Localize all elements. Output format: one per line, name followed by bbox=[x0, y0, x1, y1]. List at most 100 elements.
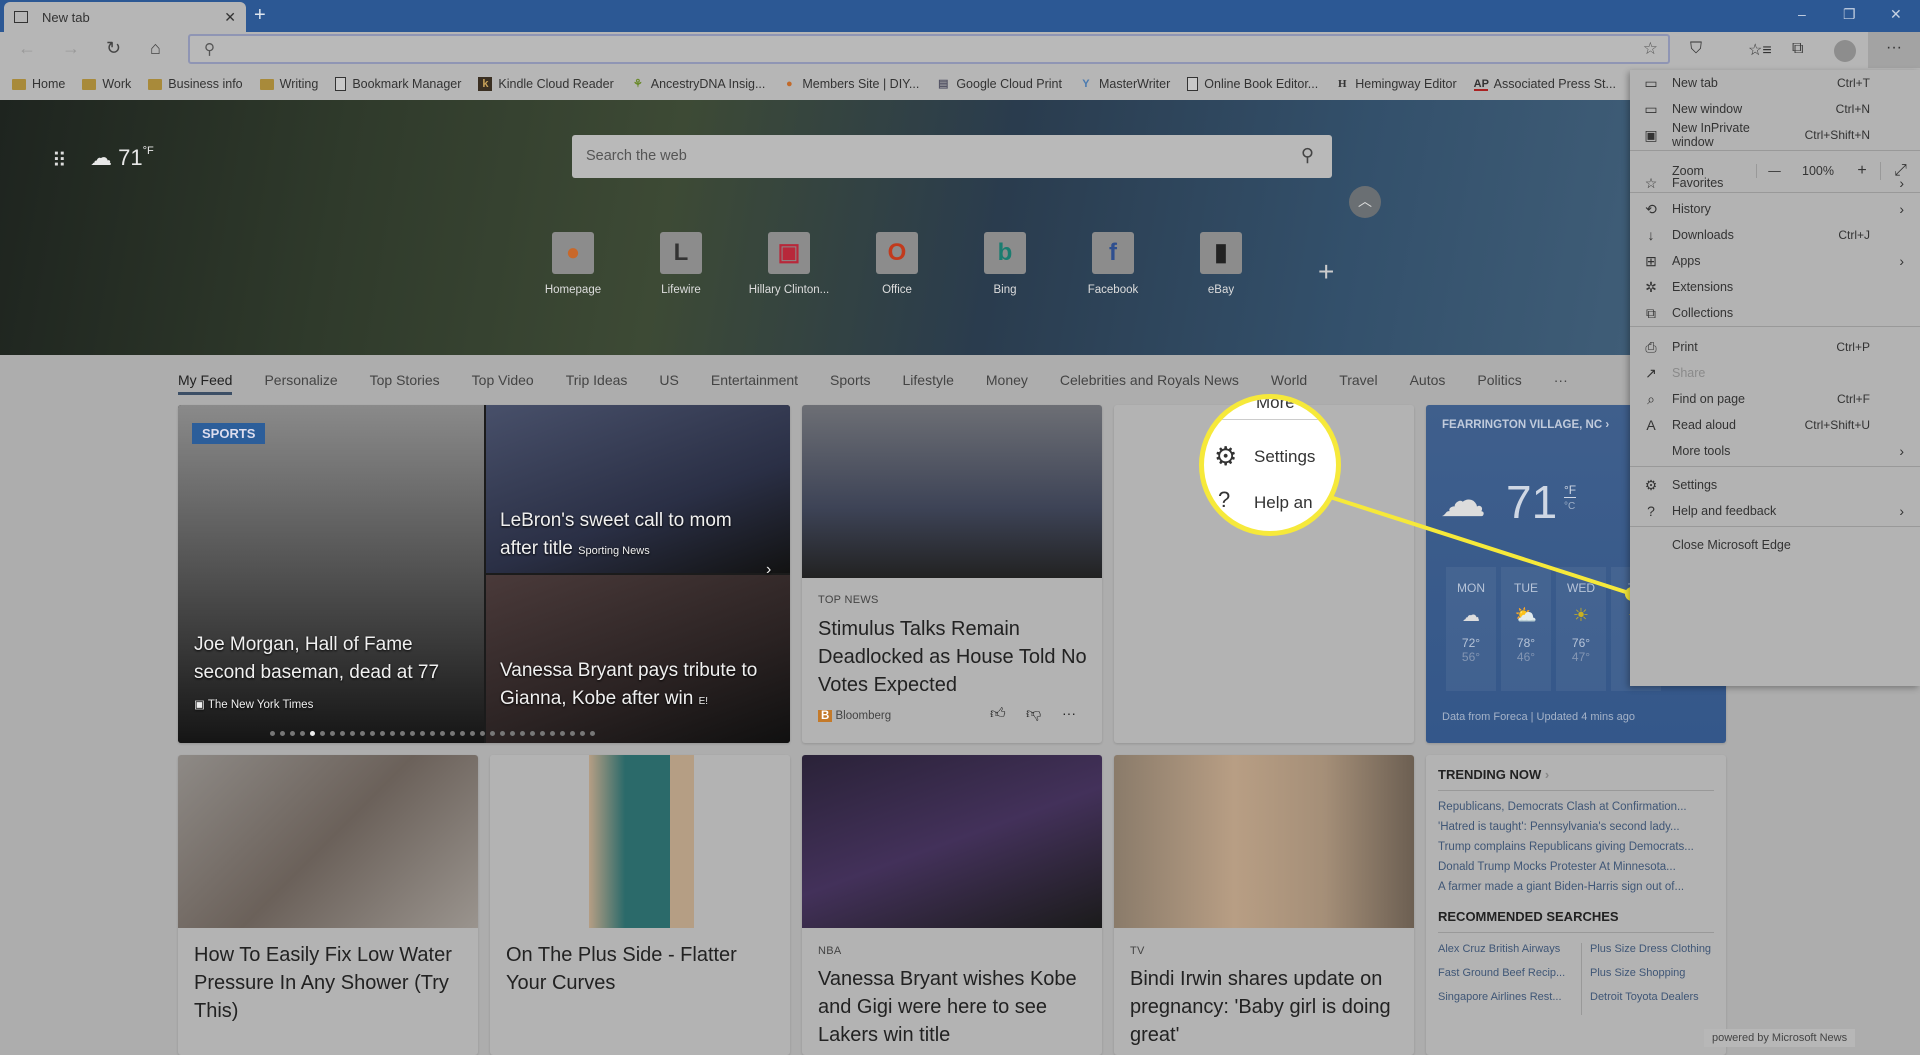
favorites-icon[interactable]: ☆≡ bbox=[1748, 40, 1772, 60]
forecast-day[interactable]: WED ☀ 76° 47° bbox=[1556, 567, 1606, 691]
profile-avatar[interactable] bbox=[1834, 40, 1856, 62]
top-site-tile[interactable]: O Office bbox=[853, 232, 941, 296]
carousel-dot[interactable] bbox=[460, 731, 465, 736]
carousel-dot[interactable] bbox=[550, 731, 555, 736]
fullscreen-icon[interactable]: ⤢ bbox=[1880, 162, 1920, 180]
trending-link[interactable]: Donald Trump Mocks Protester At Minnesot… bbox=[1438, 861, 1714, 873]
trending-link[interactable]: A farmer made a giant Biden-Harris sign … bbox=[1438, 881, 1714, 893]
carousel-dot[interactable] bbox=[470, 731, 475, 736]
recommended-search-link[interactable]: Plus Size Dress Clothing bbox=[1590, 943, 1711, 967]
new-tab-button[interactable]: + bbox=[254, 4, 266, 27]
carousel-dot[interactable] bbox=[580, 731, 585, 736]
unit-f-toggle[interactable]: °F bbox=[1564, 483, 1577, 498]
feed-tab[interactable]: Trip Ideas bbox=[566, 372, 628, 395]
carousel-dot[interactable] bbox=[500, 731, 505, 736]
menu-share[interactable]: ↗ Share bbox=[1630, 360, 1920, 386]
forward-icon[interactable]: → bbox=[62, 38, 80, 59]
carousel-dot[interactable] bbox=[400, 731, 405, 736]
recommended-search-link[interactable]: Plus Size Shopping bbox=[1590, 967, 1711, 991]
unit-c-toggle[interactable]: °C bbox=[1564, 501, 1575, 512]
news-card-shower[interactable]: How To Easily Fix Low Water Pressure In … bbox=[178, 755, 478, 1055]
menu-apps[interactable]: ⊞ Apps › bbox=[1630, 248, 1920, 274]
menu-collections[interactable]: ⧉ Collections bbox=[1630, 300, 1920, 326]
bookmark-members-site[interactable]: ● Members Site | DIY... bbox=[782, 77, 919, 91]
menu-new-inprivate[interactable]: ▣ New InPrivate window Ctrl+Shift+N bbox=[1630, 121, 1920, 149]
news-card-stimulus[interactable]: TOP NEWS Stimulus Talks Remain Deadlocke… bbox=[802, 405, 1102, 743]
menu-downloads[interactable]: ↓ Downloads Ctrl+J bbox=[1630, 222, 1920, 248]
carousel-dot[interactable] bbox=[320, 731, 325, 736]
recommended-search-link[interactable]: Alex Cruz British Airways bbox=[1438, 943, 1581, 967]
carousel-dot[interactable] bbox=[280, 731, 285, 736]
tab-new-tab[interactable]: New tab ✕ bbox=[4, 2, 246, 32]
bookmark-kindle[interactable]: k Kindle Cloud Reader bbox=[478, 77, 614, 91]
menu-new-tab[interactable]: ▭ New tab Ctrl+T bbox=[1630, 70, 1920, 96]
back-icon[interactable]: ← bbox=[18, 38, 36, 59]
close-tab-icon[interactable]: ✕ bbox=[224, 9, 236, 26]
carousel-dot[interactable] bbox=[530, 731, 535, 736]
bookmark-associated-press[interactable]: AP Associated Press St... bbox=[1473, 77, 1616, 91]
carousel-dot[interactable] bbox=[480, 731, 485, 736]
carousel-dot[interactable] bbox=[410, 731, 415, 736]
headline[interactable]: Stimulus Talks Remain Deadlocked as Hous… bbox=[818, 615, 1088, 699]
top-site-tile[interactable]: ● Homepage bbox=[529, 232, 617, 296]
carousel-dot[interactable] bbox=[510, 731, 515, 736]
carousel-dot[interactable] bbox=[360, 731, 365, 736]
feed-tab[interactable]: Top Stories bbox=[370, 372, 440, 395]
feed-tab[interactable]: My Feed bbox=[178, 372, 233, 395]
bookmark-business-info[interactable]: Business info bbox=[148, 77, 243, 91]
more-options-icon[interactable]: ··· bbox=[1062, 705, 1076, 721]
feed-tab[interactable]: Top Video bbox=[472, 372, 534, 395]
bookmark-masterwriter[interactable]: Y MasterWriter bbox=[1079, 77, 1170, 91]
carousel-dot[interactable] bbox=[420, 731, 425, 736]
news-card-tv[interactable]: TV Bindi Irwin shares update on pregnanc… bbox=[1114, 755, 1414, 1055]
thumbs-up-icon[interactable]: 👍︎ bbox=[990, 705, 1006, 723]
top-site-tile[interactable]: ▮ eBay bbox=[1177, 232, 1265, 296]
carousel-dot[interactable] bbox=[570, 731, 575, 736]
feed-tab[interactable]: ··· bbox=[1554, 372, 1568, 395]
menu-find[interactable]: ⌕ Find on page Ctrl+F bbox=[1630, 386, 1920, 412]
bookmark-online-book-editor[interactable]: Online Book Editor... bbox=[1187, 77, 1318, 91]
next-arrow-icon[interactable]: › bbox=[766, 561, 771, 579]
carousel-dot[interactable] bbox=[590, 731, 595, 736]
headline[interactable]: Vanessa Bryant pays tribute to Gianna, K… bbox=[500, 657, 780, 716]
trending-link[interactable]: Trump complains Republicans giving Democ… bbox=[1438, 841, 1714, 853]
refresh-icon[interactable]: ↻ bbox=[106, 38, 121, 59]
carousel-dot[interactable] bbox=[520, 731, 525, 736]
headline[interactable]: Joe Morgan, Hall of Fame second baseman,… bbox=[194, 631, 464, 687]
zoom-out-button[interactable]: — bbox=[1756, 164, 1792, 178]
trending-link[interactable]: Republicans, Democrats Clash at Confirma… bbox=[1438, 801, 1714, 813]
weather-summary[interactable]: ☁ 71°F bbox=[90, 145, 154, 171]
feed-tab[interactable]: Sports bbox=[830, 372, 870, 395]
carousel-dot[interactable] bbox=[490, 731, 495, 736]
carousel-dot[interactable] bbox=[270, 731, 275, 736]
top-site-tile[interactable]: L Lifewire bbox=[637, 232, 725, 296]
bookmark-work[interactable]: Work bbox=[82, 77, 131, 91]
menu-help[interactable]: ? Help and feedback › bbox=[1630, 498, 1920, 524]
top-site-tile[interactable]: ▣ Hillary Clinton... bbox=[745, 232, 833, 296]
headline[interactable]: On The Plus Side - Flatter Your Curves bbox=[506, 941, 776, 997]
feed-tab[interactable]: World bbox=[1271, 372, 1307, 395]
carousel-dot[interactable] bbox=[540, 731, 545, 736]
headline[interactable]: LeBron's sweet call to mom after title S… bbox=[500, 507, 770, 565]
feed-tab[interactable]: Celebrities and Royals News bbox=[1060, 372, 1239, 395]
feed-tab[interactable]: Lifestyle bbox=[903, 372, 954, 395]
address-bar[interactable]: ⚲ ☆ bbox=[188, 34, 1670, 64]
carousel-dot[interactable] bbox=[330, 731, 335, 736]
restore-button[interactable]: ❐ bbox=[1843, 6, 1856, 23]
thumbs-down-icon[interactable]: 👎︎ bbox=[1026, 705, 1041, 723]
forecast-day[interactable]: MON ☁ 72° 56° bbox=[1446, 567, 1496, 691]
feed-tab[interactable]: Personalize bbox=[264, 372, 337, 395]
feed-tab[interactable]: Entertainment bbox=[711, 372, 798, 395]
tracking-shield-icon[interactable]: ⛉ bbox=[1690, 40, 1702, 58]
forecast-day[interactable]: TUE ⛅ 78° 46° bbox=[1501, 567, 1551, 691]
bookmark-ancestry[interactable]: ⚘ AncestryDNA Insig... bbox=[631, 77, 766, 91]
carousel-dot[interactable] bbox=[300, 731, 305, 736]
carousel-dot[interactable] bbox=[440, 731, 445, 736]
carousel-dot[interactable] bbox=[380, 731, 385, 736]
carousel-dot[interactable] bbox=[370, 731, 375, 736]
menu-read-aloud[interactable]: A Read aloud Ctrl+Shift+U bbox=[1630, 412, 1920, 438]
collapse-chevron-icon[interactable]: ︿ bbox=[1349, 186, 1381, 218]
carousel-dot[interactable] bbox=[340, 731, 345, 736]
bookmark-hemingway[interactable]: H Hemingway Editor bbox=[1335, 77, 1457, 91]
menu-more-tools[interactable]: More tools › bbox=[1630, 438, 1920, 464]
